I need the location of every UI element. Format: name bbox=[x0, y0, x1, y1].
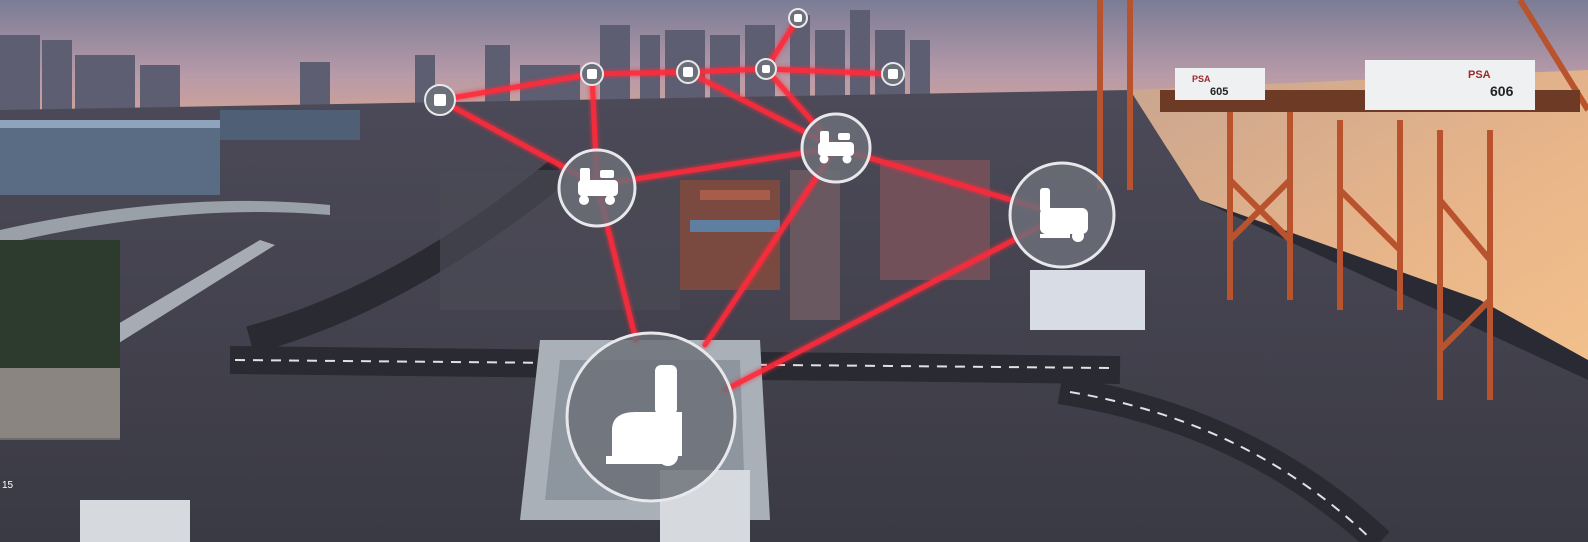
port-network-scene: PSA 605 PSA 606 15 bbox=[0, 0, 1588, 542]
road-marking-number: 15 bbox=[2, 480, 14, 491]
device-icon[interactable] bbox=[755, 58, 777, 80]
device-icon[interactable] bbox=[424, 84, 456, 116]
ride-on-scrubber-node-center[interactable] bbox=[800, 112, 872, 184]
crane-brand-606: PSA bbox=[1468, 69, 1491, 81]
crane-brand-605: PSA bbox=[1192, 74, 1211, 84]
device-icon[interactable] bbox=[881, 62, 905, 86]
ride-on-scrubber-node-left[interactable] bbox=[557, 148, 637, 228]
walk-behind-scrubber-node-main[interactable] bbox=[565, 331, 737, 503]
device-icon[interactable] bbox=[676, 60, 700, 84]
walk-behind-scrubber-node-right[interactable] bbox=[1008, 161, 1116, 269]
crane-number-605: 605 bbox=[1210, 86, 1228, 98]
device-icon[interactable] bbox=[580, 62, 604, 86]
device-icon[interactable] bbox=[788, 8, 808, 28]
crane-number-606: 606 bbox=[1490, 83, 1514, 99]
